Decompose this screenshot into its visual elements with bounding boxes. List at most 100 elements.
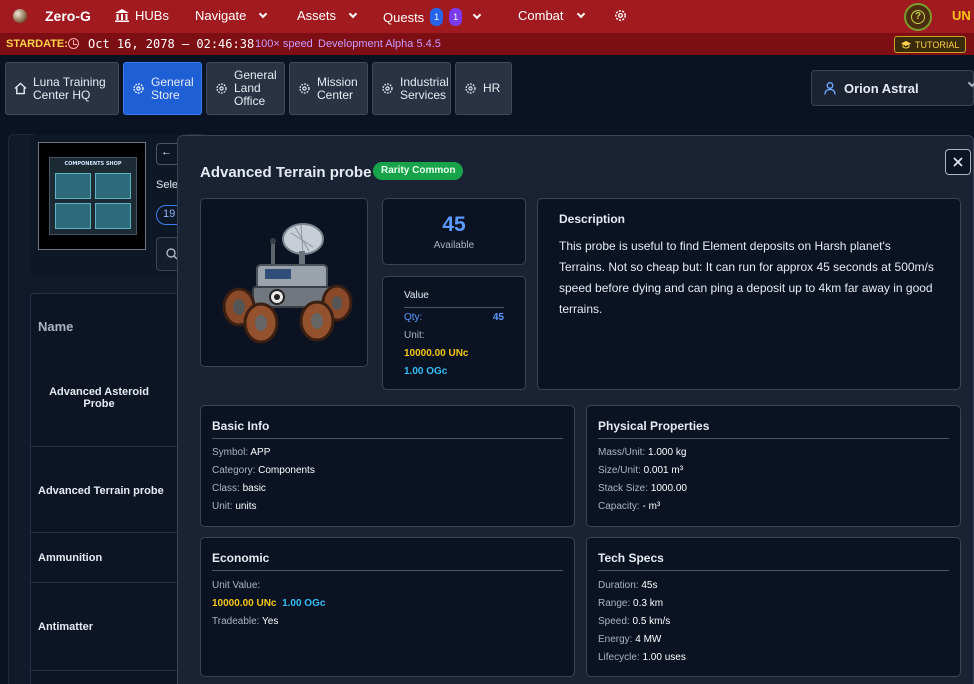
nav-combat-label: Combat [518,8,564,23]
tab-label: Industrial Services [400,74,449,102]
list-item-label: Antimatter [38,621,94,633]
available-card: 45 Available [382,198,526,265]
basic-info-heading: Basic Info [212,419,270,433]
nav-quests[interactable]: Quests 1 1 [383,8,482,26]
user-icon [824,81,836,95]
list-item[interactable]: Advanced Asteroid Probe [31,355,179,447]
quest-badge-blue: 1 [430,8,444,26]
lifecycle-row: Lifecycle: 1.00 uses [598,652,686,663]
gear-icon [382,83,393,94]
chevron-down-icon [348,9,358,18]
help-icon: ? [911,10,925,24]
tab-industrial-services[interactable]: Industrial Services [372,62,451,115]
energy-row: Energy: 4 MW [598,634,662,645]
graduation-cap-icon [901,40,911,48]
gear-icon [615,10,626,21]
mass-row: Mass/Unit: 1.000 kg [598,447,687,458]
tab-label: General Land Office [234,68,277,108]
description-text: This probe is useful to find Element dep… [559,239,934,316]
tab-mission-center[interactable]: Mission Center [289,62,368,115]
nav-hubs-label: HUBs [135,8,169,23]
tab-label: Luna Training Center HQ [33,74,106,102]
list-item[interactable]: Antimatter [31,583,179,671]
nav-hubs[interactable]: HUBs [115,8,169,23]
tech-heading: Tech Specs [598,551,664,565]
physical-properties-card: Physical Properties Mass/Unit: 1.000 kg … [586,405,961,527]
list-item-label: Ammunition [38,552,103,564]
logo-planet-icon[interactable] [13,9,27,23]
size-row: Size/Unit: 0.001 m³ [598,465,684,476]
clock-icon [68,38,79,49]
value-card: Value Qty: 45 Unit: 10000.00 UNc 1.00 OG… [382,276,526,390]
nav-assets[interactable]: Assets [297,8,358,23]
tech-specs-card: Tech Specs Duration: 45s Range: 0.3 km S… [586,537,961,677]
nav-quests-label: Quests [383,9,425,25]
close-button[interactable] [945,149,971,175]
basic-info-divider [212,438,563,439]
description-heading: Description [559,212,626,226]
unit-price-ogc: 1.00 OGc [404,366,448,377]
tab-label: Mission Center [317,74,358,102]
nav-navigate[interactable]: Navigate [195,8,268,23]
economic-divider [212,570,563,571]
available-count: 45 [442,213,466,236]
top-nav: Zero-G HUBs Navigate Assets Quests 1 1 C… [0,0,974,33]
unit-row: Unit: units [212,501,257,512]
basic-info-card: Basic Info Symbol: APP Category: Compone… [200,405,575,527]
shop-sign: COMPONENTS SHOP [64,161,122,167]
chevron-down-icon [259,9,268,18]
chevron-down-icon [472,10,482,20]
nav-combat[interactable]: Combat [518,8,585,23]
nav-navigate-label: Navigate [195,8,247,23]
modal-title: Advanced Terrain probe [200,164,372,181]
tutorial-button[interactable]: TUTORIAL [894,36,967,53]
home-icon [14,82,27,95]
duration-row: Duration: 45s [598,580,658,591]
close-icon [953,157,963,167]
help-button[interactable]: ? [904,3,932,31]
category-row: Category: Components [212,465,315,476]
rarity-badge: Rarity Common [373,162,464,180]
tab-luna-training-center[interactable]: Luna Training Center HQ [5,62,119,115]
qty-label: Qty: [404,312,423,323]
list-item[interactable]: Ammunition [31,533,179,583]
brand-name[interactable]: Zero-G [45,8,91,24]
value-divider [404,307,504,308]
description-card: Description This probe is useful to find… [537,198,961,390]
list-item[interactable]: Advanced Terrain probe [31,447,179,533]
gear-icon [133,83,144,94]
stack-size-row: Stack Size: 1000.00 [598,483,687,494]
shop-image: COMPONENTS SHOP [38,142,146,250]
game-speed: 100× speed [255,38,313,50]
stardate-bar: STARDATE: Oct 16, 2078 — 02:46:38 100× s… [0,33,974,55]
unit-value-row: 10000.00 UNc 1.00 OGc [212,598,326,609]
tab-hr[interactable]: HR [455,62,512,115]
qty-value: 45 [492,312,504,323]
unit-price-unc: 10000.00 UNc [404,348,469,359]
user-name: Orion Astral [844,80,919,96]
gear-icon [299,83,310,94]
unit-value-label: Unit Value: [212,580,261,591]
stardate-datetime: Oct 16, 2078 — 02:46:38 [88,37,255,51]
unit-label: Unit: [404,330,425,341]
tab-label: HR [483,81,501,95]
chevron-down-icon [967,78,974,88]
settings-button[interactable] [613,8,628,23]
value-heading: Value [404,290,429,301]
physical-heading: Physical Properties [598,419,710,433]
user-menu[interactable]: Orion Astral [811,70,974,106]
speed-row: Speed: 0.5 km/s [598,616,671,627]
currency-display[interactable]: UN [952,8,971,23]
quest-badge-purple: 1 [449,8,463,26]
symbol-row: Symbol: APP [212,447,271,458]
economic-heading: Economic [212,551,270,565]
physical-divider [598,438,949,439]
bank-icon [115,9,129,22]
chevron-down-icon [576,9,585,18]
tab-general-store[interactable]: General Store [123,62,202,115]
gear-icon [465,83,476,94]
tab-label: General Store [151,74,194,102]
class-row: Class: basic [212,483,266,494]
tab-general-land-office[interactable]: General Land Office [206,62,285,115]
tradeable-row: Tradeable: Yes [212,616,279,627]
